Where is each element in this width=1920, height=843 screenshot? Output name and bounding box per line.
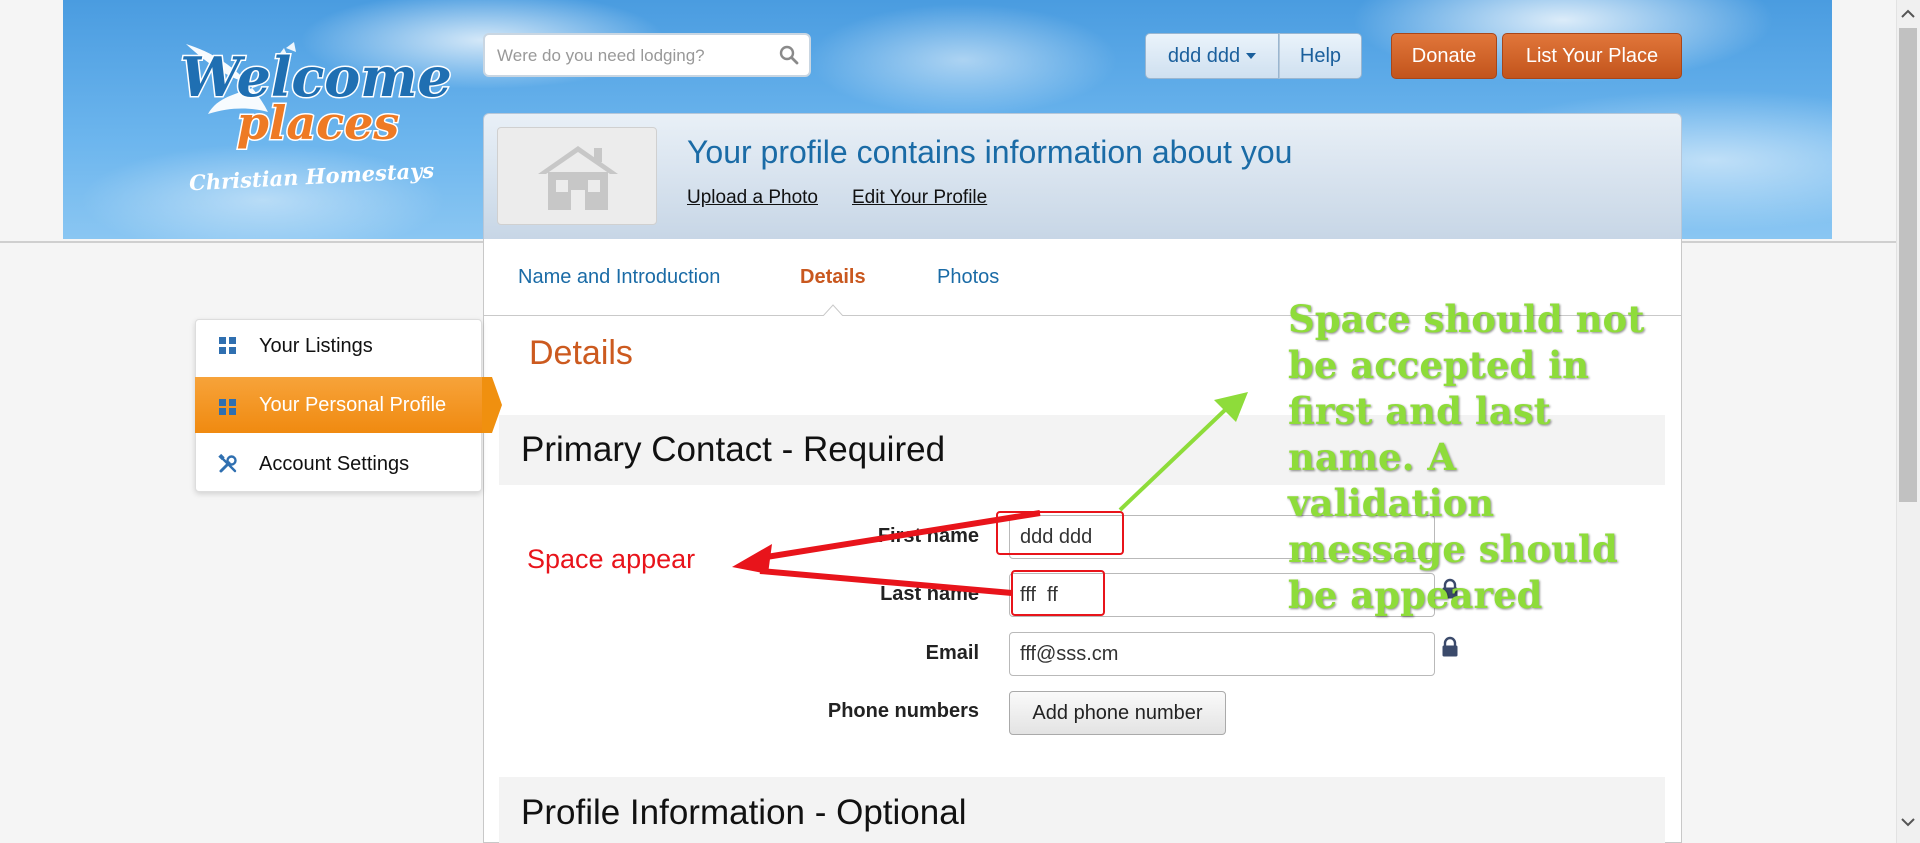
donate-button[interactable]: Donate: [1391, 33, 1497, 79]
help-button[interactable]: Help: [1279, 33, 1362, 79]
avatar[interactable]: [497, 127, 657, 225]
search-icon[interactable]: [779, 45, 799, 65]
details-heading: Details: [529, 334, 633, 372]
welcome-places-logo[interactable]: Welcome places Christian Homestays: [178, 34, 458, 204]
tab-details[interactable]: Details: [800, 266, 866, 289]
annotation-space-appear: Space appear: [527, 544, 696, 574]
list-your-place-button[interactable]: List Your Place: [1502, 33, 1682, 79]
scrollbar-thumb[interactable]: [1899, 28, 1917, 502]
house-icon: [538, 146, 618, 210]
add-phone-number-button[interactable]: Add phone number: [1009, 691, 1226, 735]
tab-photos[interactable]: Photos: [937, 266, 999, 289]
sidebar-item-your-listings[interactable]: Your Listings: [195, 317, 482, 375]
profile-title: Your profile contains information about …: [687, 134, 1293, 170]
section-title-profile-information: Profile Information - Optional: [521, 793, 967, 832]
email-field[interactable]: [1009, 632, 1435, 676]
sidebar-item-account-settings[interactable]: Account Settings: [195, 435, 482, 493]
profile-header: [483, 113, 1682, 239]
user-menu-button[interactable]: ddd ddd: [1145, 33, 1279, 79]
phone-numbers-label: Phone numbers: [827, 700, 979, 722]
user-menu-label: ddd ddd: [1167, 44, 1241, 67]
section-title-primary-contact: Primary Contact - Required: [521, 430, 946, 469]
annotation-highlight-first-name: [996, 511, 1124, 555]
scroll-down-icon[interactable]: [1899, 814, 1917, 830]
logo-tagline: Christian Homestays: [188, 158, 434, 196]
active-tab-pointer: [823, 304, 843, 316]
annotation-highlight-last-name: [1011, 570, 1105, 616]
annotation-validation-note: Space should not be accepted in first an…: [1288, 297, 1645, 617]
logo-word-2: places: [237, 96, 400, 150]
chevron-down-icon: [1246, 53, 1257, 59]
sidebar-item-label: Account Settings: [259, 452, 410, 475]
search-input[interactable]: [495, 35, 769, 77]
grid-icon: [219, 337, 236, 354]
tab-name-and-introduction[interactable]: Name and Introduction: [518, 266, 720, 289]
scroll-up-icon[interactable]: [1899, 6, 1917, 22]
email-label: Email: [925, 642, 979, 664]
tools-icon: [218, 453, 237, 473]
sidebar-item-label: Your Listings: [259, 334, 373, 357]
upload-photo-link[interactable]: Upload a Photo: [687, 187, 818, 209]
active-item-pointer: [482, 377, 502, 433]
last-name-label: Last name: [880, 583, 979, 605]
edit-profile-link[interactable]: Edit Your Profile: [852, 187, 987, 209]
search-box: [483, 33, 811, 77]
sidebar-item-your-personal-profile[interactable]: Your Personal Profile: [195, 377, 483, 433]
sidebar-item-label: Your Personal Profile: [259, 393, 447, 416]
lock-icon: [1442, 636, 1458, 657]
grid-icon: [219, 399, 236, 415]
first-name-label: First name: [877, 525, 979, 547]
